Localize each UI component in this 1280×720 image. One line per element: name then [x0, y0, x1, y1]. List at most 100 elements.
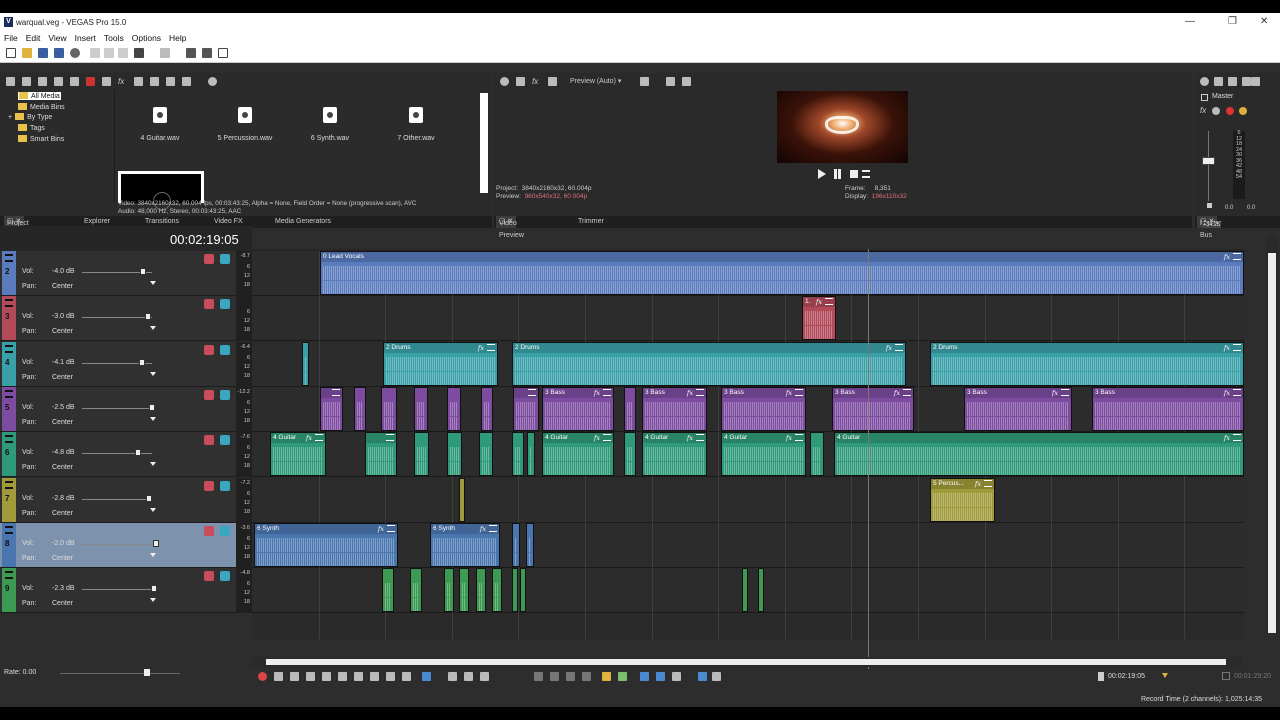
vol-knob[interactable] — [135, 449, 141, 456]
track-menu-icon[interactable] — [5, 345, 13, 353]
clip-menu-icon[interactable] — [825, 298, 833, 305]
track-header[interactable]: 8 Vol: -2.0 dB Pan: Center — [0, 523, 236, 568]
split-icon[interactable] — [566, 672, 575, 681]
audio-event-clip[interactable]: 6 Synth fx — [430, 523, 500, 567]
auto-preview-icon[interactable] — [166, 77, 175, 86]
track-mute-icon[interactable] — [204, 571, 214, 581]
track-menu-icon[interactable] — [5, 526, 13, 534]
audio-event-clip[interactable] — [492, 568, 502, 612]
master-fader-knob[interactable] — [1202, 157, 1215, 165]
track-mute-icon[interactable] — [204, 481, 214, 491]
media-item-synth[interactable]: 6 Synth.wav — [300, 107, 360, 142]
master-checkbox[interactable] — [1201, 94, 1208, 101]
audio-event-clip[interactable] — [354, 387, 366, 431]
normal-edit-tool-icon[interactable] — [422, 672, 431, 681]
track-mute-icon[interactable] — [204, 299, 214, 309]
pan-dropdown-icon[interactable] — [150, 326, 156, 330]
track-header[interactable]: 2 Vol: -4.0 dB Pan: Center — [0, 251, 236, 296]
audio-event-clip[interactable] — [624, 387, 636, 431]
track-number-strip[interactable]: 4 — [2, 342, 16, 386]
clip-menu-icon[interactable] — [603, 389, 611, 396]
clip-menu-icon[interactable] — [386, 434, 394, 441]
track-menu-icon[interactable] — [5, 254, 13, 262]
vol-knob[interactable] — [140, 268, 146, 275]
next-frame-icon[interactable] — [402, 672, 411, 681]
tree-smart-bins[interactable]: Smart Bins — [18, 135, 64, 143]
audio-event-clip[interactable]: 0 Lead Vocals fx — [320, 251, 1244, 295]
audio-event-clip[interactable] — [381, 387, 397, 431]
track-mute-icon[interactable] — [204, 254, 214, 264]
clip-menu-icon[interactable] — [903, 389, 911, 396]
clip-menu-icon[interactable] — [603, 434, 611, 441]
audio-event-clip[interactable] — [447, 387, 461, 431]
tab-explorer[interactable]: Explorer — [84, 218, 110, 225]
tab-video-preview[interactable]: Video Preview ▢ ✕ — [496, 216, 524, 239]
track-mute-icon[interactable] — [204, 526, 214, 536]
audio-event-clip[interactable] — [513, 387, 539, 431]
master-dim-icon[interactable] — [1242, 77, 1251, 86]
preview-stop-icon[interactable] — [850, 170, 858, 178]
audio-event-clip[interactable] — [512, 568, 518, 612]
timeline-vscroll[interactable] — [1266, 235, 1278, 633]
clip-fx-icon[interactable]: fx — [816, 297, 822, 307]
track-mute-icon[interactable] — [204, 345, 214, 355]
clip-menu-icon[interactable] — [1233, 434, 1241, 441]
audio-event-clip[interactable]: 2 Drums fx — [383, 342, 498, 386]
track-number-strip[interactable]: 3 — [2, 296, 16, 340]
pan-dropdown-icon[interactable] — [150, 598, 156, 602]
vol-knob[interactable] — [149, 404, 155, 411]
menu-options[interactable]: Options — [128, 31, 165, 43]
region-icon[interactable] — [618, 672, 627, 681]
audio-event-clip[interactable] — [414, 432, 429, 476]
trim-end-icon[interactable] — [550, 672, 559, 681]
rate-slider[interactable] — [60, 673, 180, 674]
preview-settings-gear-icon[interactable] — [500, 77, 509, 86]
audio-event-clip[interactable] — [512, 432, 524, 476]
settings-gear-icon[interactable] — [70, 48, 80, 58]
clip-fx-icon[interactable]: fx — [1224, 433, 1230, 443]
remove-media-icon[interactable] — [22, 77, 31, 86]
vol-slider[interactable] — [82, 453, 152, 454]
tab-trimmer[interactable]: Trimmer — [578, 218, 604, 225]
track-fx-icon[interactable] — [220, 254, 230, 264]
clip-menu-icon[interactable] — [696, 389, 704, 396]
media-item-guitar[interactable]: 4 Guitar.wav — [130, 107, 190, 142]
pan-dropdown-icon[interactable] — [150, 417, 156, 421]
track-fx-icon[interactable] — [220, 481, 230, 491]
clip-menu-icon[interactable] — [489, 525, 497, 532]
audio-event-clip[interactable]: 4 Guitar fx — [642, 432, 707, 476]
clip-fx-icon[interactable]: fx — [886, 343, 892, 353]
track-number-strip[interactable]: 6 — [2, 432, 16, 476]
search-icon[interactable] — [208, 77, 217, 86]
record-icon[interactable] — [258, 672, 267, 681]
master-mute-icon[interactable] — [1212, 107, 1220, 115]
audio-event-clip[interactable] — [810, 432, 824, 476]
selection-edit-icon[interactable] — [464, 672, 473, 681]
clip-menu-icon[interactable] — [895, 344, 903, 351]
ripple-edit-icon[interactable] — [672, 672, 681, 681]
vol-slider[interactable] — [82, 499, 152, 500]
capture-icon[interactable] — [38, 77, 47, 86]
new-icon[interactable] — [6, 48, 16, 58]
menu-edit[interactable]: Edit — [22, 31, 45, 43]
track-header[interactable]: 7 Vol: -2.8 dB Pan: Center — [0, 478, 236, 523]
preview-fx-icon[interactable]: fx — [532, 77, 541, 86]
preview-pause-icon[interactable] — [834, 169, 837, 179]
audio-event-clip[interactable]: 4 Guitar fx — [721, 432, 806, 476]
clip-fx-icon[interactable]: fx — [594, 433, 600, 443]
track-number-strip[interactable]: 5 — [2, 387, 16, 431]
play-icon[interactable] — [306, 672, 315, 681]
audio-event-clip[interactable] — [410, 568, 422, 612]
tree-media-bins[interactable]: Media Bins — [18, 103, 65, 111]
copy-snapshot-icon[interactable] — [666, 77, 675, 86]
vol-slider[interactable] — [82, 544, 152, 545]
clip-fx-icon[interactable]: fx — [894, 388, 900, 398]
clip-menu-icon[interactable] — [795, 389, 803, 396]
track-menu-icon[interactable] — [5, 571, 13, 579]
vol-slider[interactable] — [82, 408, 152, 409]
track-menu-icon[interactable] — [5, 435, 13, 443]
audio-event-clip[interactable]: 1. fx — [802, 296, 836, 340]
master-mixer-icon[interactable] — [1251, 77, 1260, 86]
stop-icon[interactable] — [338, 672, 347, 681]
lock-envelopes-icon[interactable] — [698, 672, 707, 681]
